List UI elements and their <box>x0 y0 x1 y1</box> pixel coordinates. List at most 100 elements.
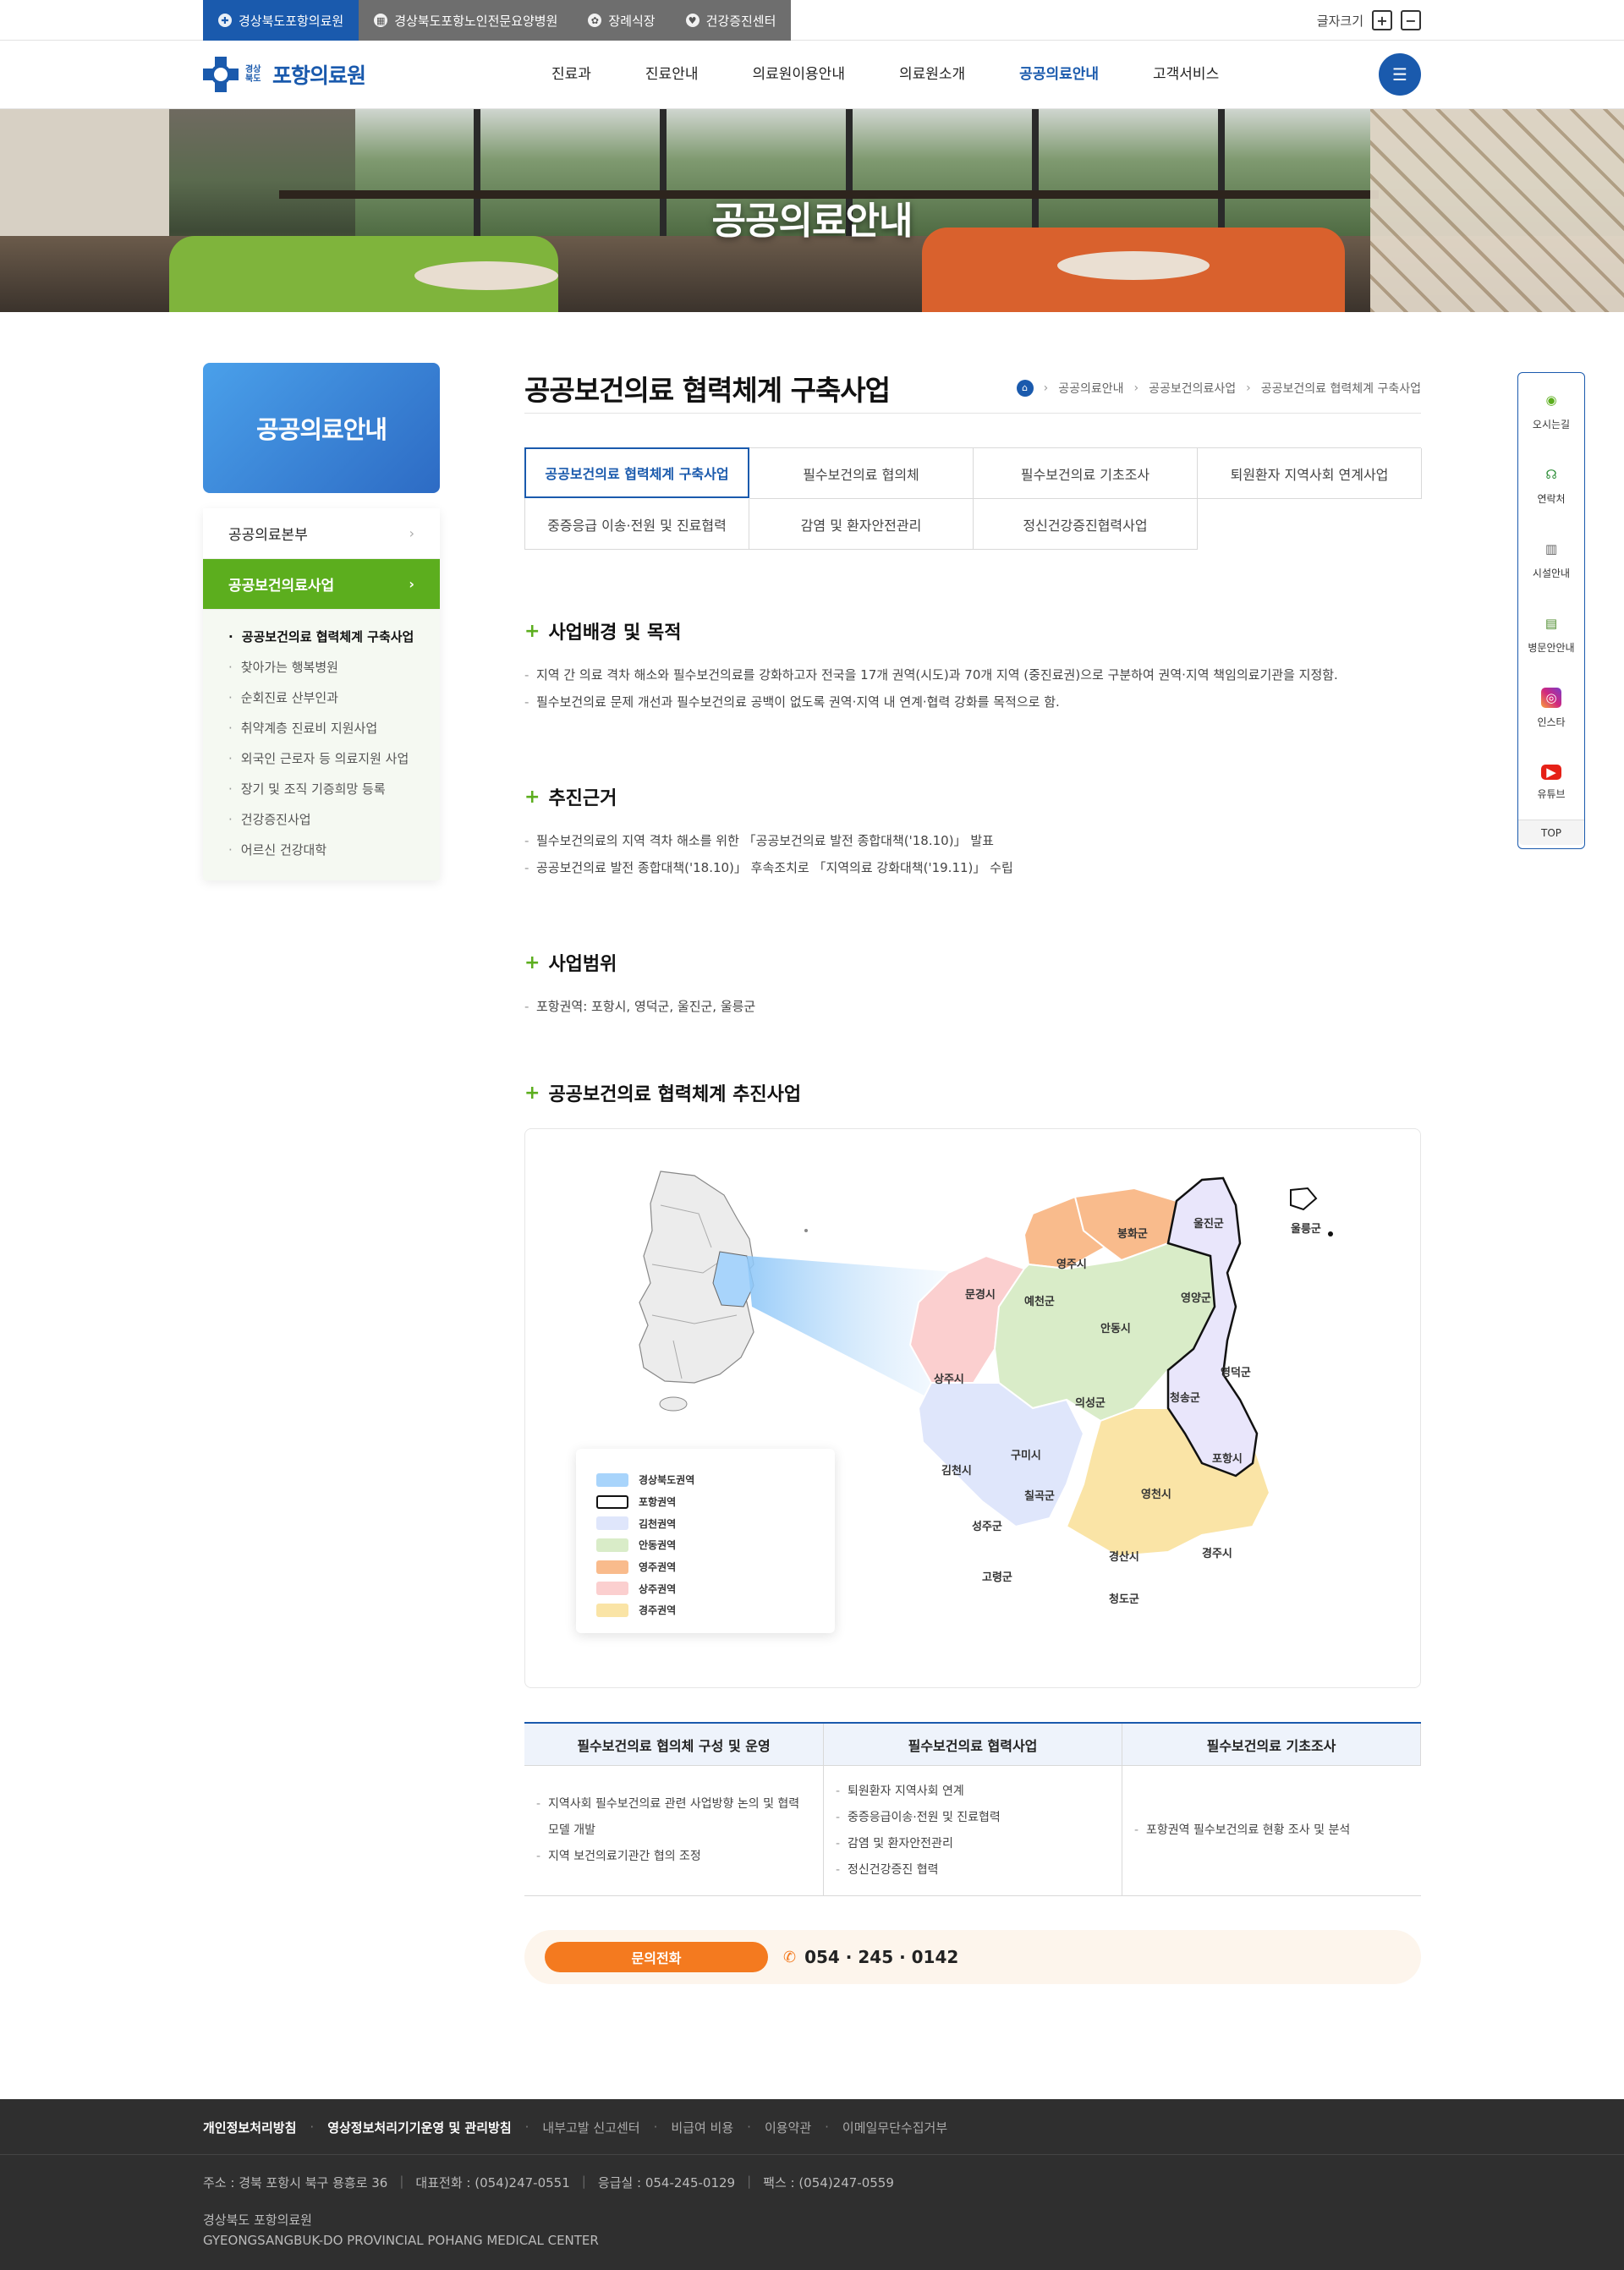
tab-essential-council[interactable]: 필수보건의료 협의체 <box>749 448 974 499</box>
logo-cross-icon <box>203 57 239 92</box>
quick-directions[interactable]: ◉ 오시는길 <box>1518 373 1584 447</box>
table-cell: 포항권역 필수보건의료 현황 조사 및 분석 <box>1122 1766 1421 1896</box>
breadcrumb-item[interactable]: 공공보건의료 협력체계 구축사업 <box>1261 380 1421 397</box>
home-icon[interactable]: ⌂ <box>1016 379 1034 397</box>
legend-item: 경상북도권역 <box>596 1469 815 1491</box>
clipboard-icon: ▤ <box>1544 615 1558 631</box>
nav-departments[interactable]: 진료과 <box>524 41 618 108</box>
font-increase-button[interactable]: + <box>1372 10 1392 30</box>
site-logo[interactable]: 경상북도 포항의료원 <box>203 57 440 92</box>
side-nav-item-public-health-hq[interactable]: 공공의료본부 › <box>203 508 440 559</box>
side-nav-menu: 공공의료본부› 공공보건의료사업› 공공보건의료 협력체계 구축사업 찾아가는 … <box>203 508 440 880</box>
side-nav-sub-item[interactable]: 취약계층 진료비 지원사업 <box>228 713 440 743</box>
table-header: 필수보건의료 협의체 구성 및 운영 <box>524 1724 824 1766</box>
nav-about[interactable]: 의료원소개 <box>872 41 992 108</box>
plus-icon: + <box>524 951 540 973</box>
nav-usage-guide[interactable]: 의료원이용안내 <box>725 41 871 108</box>
map-label: 울진군 <box>1193 1217 1224 1231</box>
tab-essential-survey[interactable]: 필수보건의료 기초조사 <box>974 448 1198 499</box>
logo-name: 포항의료원 <box>272 63 366 88</box>
breadcrumb-item[interactable]: 공공의료안내 <box>1058 380 1123 397</box>
side-nav-sub-item[interactable]: 어르신 건강대학 <box>228 835 440 865</box>
legend-item: 김천권역 <box>596 1512 815 1534</box>
section-scope: + 사업범위 포항권역: 포항시, 영덕군, 울진군, 울릉군 <box>524 949 1421 1021</box>
family-link-pohang-medical[interactable]: ✚ 경상북도포항의료원 <box>203 0 359 41</box>
footer-link-whistleblower[interactable]: 내부고발 신고센터 <box>542 2119 639 2136</box>
nav-customer-service[interactable]: 고객서비스 <box>1126 41 1246 108</box>
nav-public-health[interactable]: 공공의료안내 <box>992 41 1126 108</box>
all-menu-button[interactable]: ☰ <box>1379 53 1421 96</box>
family-link-nursing-hospital[interactable]: ▦ 경상북도포항노인전문요양병원 <box>359 0 573 41</box>
section-title: 사업배경 및 목적 <box>548 622 682 644</box>
map-label: 김천시 <box>941 1465 972 1478</box>
content-area: 공공의료안내 공공의료본부› 공공보건의료사업› 공공보건의료 협력체계 구축사… <box>203 312 1422 1984</box>
legend-item: 영주권역 <box>596 1556 815 1578</box>
side-nav-sub-item[interactable]: 공공보건의료 협력체계 구축사업 <box>228 622 440 652</box>
map-label: 상주시 <box>934 1374 964 1386</box>
family-link-funeral-hall[interactable]: ✿ 장례식장 <box>573 0 671 41</box>
list-item: 필수보건의료 문제 개선과 필수보건의료 공백이 없도록 권역·지역 내 연계·… <box>524 688 1421 716</box>
breadcrumb-separator: › <box>1246 381 1251 395</box>
banner-title: 공공의료안내 <box>711 200 914 243</box>
list-item: 필수보건의료의 지역 격차 해소를 위한 「공공보건의료 발전 종합대책('18… <box>524 827 1421 854</box>
legend-item: 안동권역 <box>596 1534 815 1556</box>
tab-infection-safety[interactable]: 감염 및 환자안전관리 <box>749 499 974 550</box>
side-nav: 공공의료안내 공공의료본부› 공공보건의료사업› 공공보건의료 협력체계 구축사… <box>203 363 440 1984</box>
region-ulleung <box>1290 1187 1318 1211</box>
family-link-health-center[interactable]: ♥ 건강증진센터 <box>670 0 792 41</box>
scroll-top-button[interactable]: TOP <box>1518 820 1584 845</box>
footer-link-terms[interactable]: 이용약관 <box>765 2119 811 2136</box>
footer-link-privacy[interactable]: 개인정보처리방침 <box>203 2119 296 2136</box>
map-label: 영덕군 <box>1221 1366 1251 1379</box>
family-site-links: ✚ 경상북도포항의료원 ▦ 경상북도포항노인전문요양병원 ✿ 장례식장 ♥ 건강증진센터 <box>203 0 792 41</box>
footer-link-noncovered-cost[interactable]: 비급여 비용 <box>671 2119 733 2136</box>
tab-mental-health[interactable]: 정신건강증진협력사업 <box>974 499 1198 550</box>
side-nav-sub-item[interactable]: 건강증진사업 <box>228 804 440 835</box>
footer: 개인정보처리방침 · 영상정보처리기기운영 및 관리방침 · 내부고발 신고센터… <box>0 2099 1624 2270</box>
footer-link-email-refuse[interactable]: 이메일무단수집거부 <box>842 2119 947 2136</box>
plus-icon: + <box>524 786 540 808</box>
tab-cooperation-system[interactable]: 공공보건의료 협력체계 구축사업 <box>524 447 749 498</box>
footer-link-cctv[interactable]: 영상정보처리기기운영 및 관리방침 <box>327 2119 511 2136</box>
page-header: 공공보건의료 협력체계 구축사업 ⌂ › 공공의료안내 › 공공보건의료사업 ›… <box>524 363 1421 414</box>
map-label: 청도군 <box>1109 1593 1139 1606</box>
section-projects: + 공공보건의료 협력체계 추진사업 울진군 울릉군 봉화군 영주시 영양군 문… <box>524 1079 1421 1688</box>
header: 경상북도 포항의료원 진료과 진료안내 의료원이용안내 의료원소개 공공의료안내… <box>0 41 1624 109</box>
tab-discharge-linkage[interactable]: 퇴원환자 지역사회 연계사업 <box>1198 448 1422 499</box>
youtube-icon: ▶ <box>1541 764 1561 780</box>
inquiry-call-button[interactable]: 문의전화 <box>545 1942 768 1972</box>
font-size-control: 글자크기 + − <box>1317 10 1421 30</box>
section-background: + 사업배경 및 목적 지역 간 의료 격차 해소와 필수보건의료를 강화하고자 … <box>524 617 1421 716</box>
breadcrumb-item[interactable]: 공공보건의료사업 <box>1149 380 1236 397</box>
map-pin-icon: ◉ <box>1545 392 1557 408</box>
chevron-right-icon: › <box>409 576 414 592</box>
quick-visit-guide[interactable]: ▤ 병문안안내 <box>1518 596 1584 671</box>
table-header: 필수보건의료 기초조사 <box>1122 1724 1421 1766</box>
section-basis: + 추진근거 필수보건의료의 지역 격차 해소를 위한 「공공보건의료 발전 종합… <box>524 783 1421 882</box>
side-nav-sub-item[interactable]: 순회진료 산부인과 <box>228 683 440 713</box>
quick-youtube[interactable]: ▶ 유튜브 <box>1518 745 1584 820</box>
side-nav-sub-item[interactable]: 외국인 근로자 등 의료지원 사업 <box>228 743 440 774</box>
quick-instagram[interactable]: ◎ 인스타 <box>1518 671 1584 745</box>
quick-facility[interactable]: ▥ 시설안내 <box>1518 522 1584 596</box>
quick-contact[interactable]: ☊ 연락처 <box>1518 447 1584 522</box>
legend-item: 상주권역 <box>596 1577 815 1599</box>
map-label: 문경시 <box>965 1288 996 1302</box>
legend-item: 경주권역 <box>596 1599 815 1621</box>
breadcrumb-separator: › <box>1043 381 1049 395</box>
side-nav-item-public-health-projects[interactable]: 공공보건의료사업 › <box>203 559 440 610</box>
map-label: 포항시 <box>1212 1452 1243 1466</box>
logo-province: 경상북도 <box>245 65 261 84</box>
tab-emergency-transfer[interactable]: 중증응급 이송·전원 및 진료협력 <box>525 499 749 550</box>
side-nav-submenu: 공공보건의료 협력체계 구축사업 찾아가는 행복병원 순회진료 산부인과 취약계… <box>203 610 440 865</box>
side-nav-sub-item[interactable]: 찾아가는 행복병원 <box>228 652 440 683</box>
map-label: 경주시 <box>1202 1547 1232 1560</box>
map-label: 영주시 <box>1056 1258 1087 1271</box>
font-decrease-button[interactable]: − <box>1401 10 1421 30</box>
nav-care-guide[interactable]: 진료안내 <box>618 41 726 108</box>
map-label: 의성군 <box>1075 1396 1106 1410</box>
side-nav-sub-item[interactable]: 장기 및 조직 기증희망 등록 <box>228 774 440 804</box>
cross-icon: ✚ <box>218 14 232 27</box>
map-label: 경산시 <box>1109 1550 1139 1564</box>
instagram-icon: ◎ <box>1541 687 1561 708</box>
